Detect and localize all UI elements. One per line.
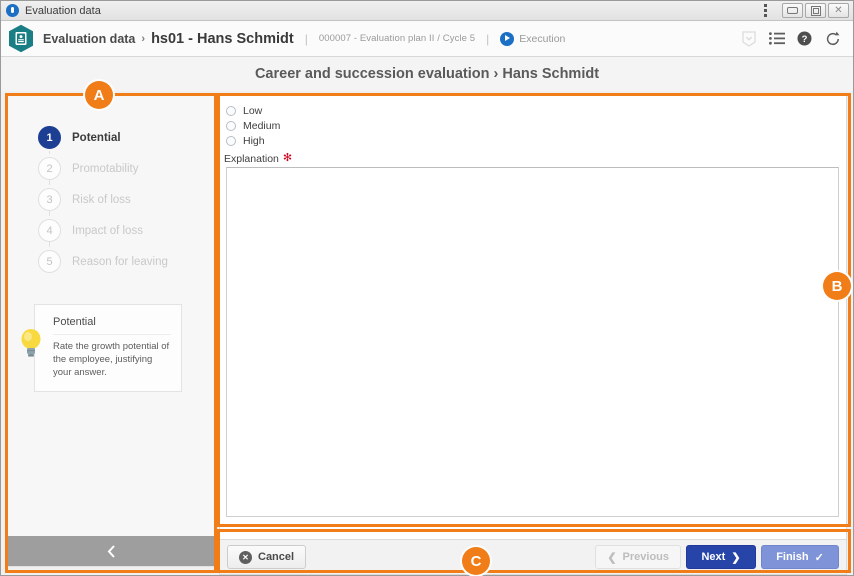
chevron-left-icon — [106, 544, 117, 559]
id-badge-hexagon-icon — [8, 24, 34, 53]
kebab-menu-icon[interactable] — [756, 2, 774, 20]
svg-text:?: ? — [802, 34, 808, 45]
app-circle-icon — [6, 4, 19, 17]
breadcrumb-divider-2: | — [486, 31, 490, 46]
step-number: 2 — [38, 157, 61, 180]
radio-button[interactable] — [226, 136, 236, 147]
required-asterisk-icon: ✻ — [282, 152, 293, 164]
annotation-badge-b: B — [823, 272, 851, 300]
breadcrumb-divider-1: | — [304, 31, 308, 46]
radio-label: Low — [243, 105, 263, 118]
window-buttons: ✕ — [780, 3, 849, 18]
explanation-label-text: Explanation — [224, 152, 279, 165]
radio-option-medium[interactable]: Medium — [226, 119, 846, 134]
next-button[interactable]: Next ❯ — [686, 545, 756, 569]
finish-button[interactable]: Finish ✓ — [761, 545, 839, 569]
annotation-badge-a: A — [85, 81, 113, 109]
play-circle-icon — [500, 31, 515, 46]
help-icon[interactable]: ? — [796, 30, 813, 47]
breadcrumb-separator: › — [141, 32, 146, 45]
radio-button[interactable] — [226, 121, 236, 132]
list-icon[interactable] — [768, 30, 785, 47]
main-form-region: Low Medium High Explanation ✻ — [219, 95, 847, 567]
step-number: 3 — [38, 188, 61, 211]
step-label: Reason for leaving — [72, 255, 168, 268]
tip-title: Potential — [53, 316, 171, 335]
footer-actions-region: ✕ Cancel ❮ Previous Next ❯ Finish ✓ — [219, 539, 847, 575]
tip-card: Potential Rate the growth potential of t… — [34, 304, 182, 393]
maximize-button[interactable] — [805, 3, 826, 18]
close-button[interactable]: ✕ — [828, 3, 849, 18]
previous-button-label: Previous — [622, 551, 669, 563]
explanation-input[interactable] — [226, 166, 839, 517]
titlebar-right-controls: ✕ — [756, 2, 853, 20]
breadcrumb-current: hs01 - Hans Schmidt — [151, 30, 294, 47]
radio-option-high[interactable]: High — [226, 134, 846, 149]
sidebar-region: 1 Potential 2 Promotability 3 Risk of lo… — [7, 95, 215, 567]
cancel-button[interactable]: ✕ Cancel — [227, 545, 307, 569]
radio-button[interactable] — [226, 106, 236, 117]
application-window: Evaluation data ✕ Evaluation data › hs01… — [0, 0, 854, 576]
lightbulb-icon — [18, 326, 44, 358]
tip-text: Rate the growth potential of the employe… — [53, 341, 170, 378]
window-titlebar: Evaluation data ✕ — [1, 1, 853, 21]
step-number: 5 — [38, 250, 61, 273]
breadcrumb-root[interactable]: Evaluation data — [43, 32, 135, 46]
page-title-text: Career and succession evaluation › Hans … — [254, 66, 600, 82]
annotation-badge-c: C — [462, 547, 490, 575]
step-label: Potential — [72, 131, 121, 144]
next-button-label: Next — [701, 551, 726, 563]
potential-radio-group: Low Medium High — [220, 96, 846, 149]
step-wizard: 1 Potential 2 Promotability 3 Risk of lo… — [8, 96, 214, 277]
breadcrumb-status: Execution — [519, 32, 566, 45]
previous-button[interactable]: ❮ Previous — [595, 545, 681, 569]
refresh-icon[interactable] — [824, 30, 841, 47]
finish-button-label: Finish — [776, 551, 809, 563]
step-label: Risk of loss — [72, 193, 131, 206]
cancel-button-label: Cancel — [258, 551, 295, 563]
footer-nav-buttons: ❮ Previous Next ❯ Finish ✓ — [595, 545, 839, 569]
sidebar-item-promotability[interactable]: 2 Promotability — [38, 153, 214, 185]
breadcrumb: Evaluation data › hs01 - Hans Schmidt | … — [1, 21, 853, 57]
step-number: 1 — [38, 126, 61, 149]
content-area: 1 Potential 2 Promotability 3 Risk of lo… — [1, 91, 853, 575]
window-title: Evaluation data — [25, 4, 101, 17]
step-label: Promotability — [72, 162, 139, 175]
sidebar-item-impact-of-loss[interactable]: 4 Impact of loss — [38, 215, 214, 247]
sidebar-item-potential[interactable]: 1 Potential — [38, 122, 214, 154]
check-icon: ✓ — [814, 551, 824, 564]
breadcrumb-plan: 000007 - Evaluation plan II / Cycle 5 — [318, 33, 476, 44]
explanation-label: Explanation ✻ — [224, 153, 846, 165]
radio-option-low[interactable]: Low — [226, 104, 846, 119]
breadcrumb-tools: ? — [740, 30, 841, 47]
sidebar-collapse-button[interactable] — [8, 536, 214, 566]
chevron-left-icon: ❮ — [607, 551, 617, 564]
step-label: Impact of loss — [72, 224, 143, 237]
close-circle-icon: ✕ — [239, 550, 252, 564]
minimize-button[interactable] — [782, 3, 803, 18]
radio-label: High — [243, 135, 265, 148]
bookmark-chevron-icon[interactable] — [740, 30, 757, 47]
tip-card-wrapper: Potential Rate the growth potential of t… — [21, 304, 182, 393]
page-title: Career and succession evaluation › Hans … — [1, 57, 853, 91]
sidebar-item-risk-of-loss[interactable]: 3 Risk of loss — [38, 184, 214, 216]
radio-label: Medium — [243, 120, 281, 133]
step-number: 4 — [38, 219, 61, 242]
chevron-right-icon: ❯ — [731, 551, 741, 564]
sidebar-item-reason-for-leaving[interactable]: 5 Reason for leaving — [38, 246, 214, 277]
